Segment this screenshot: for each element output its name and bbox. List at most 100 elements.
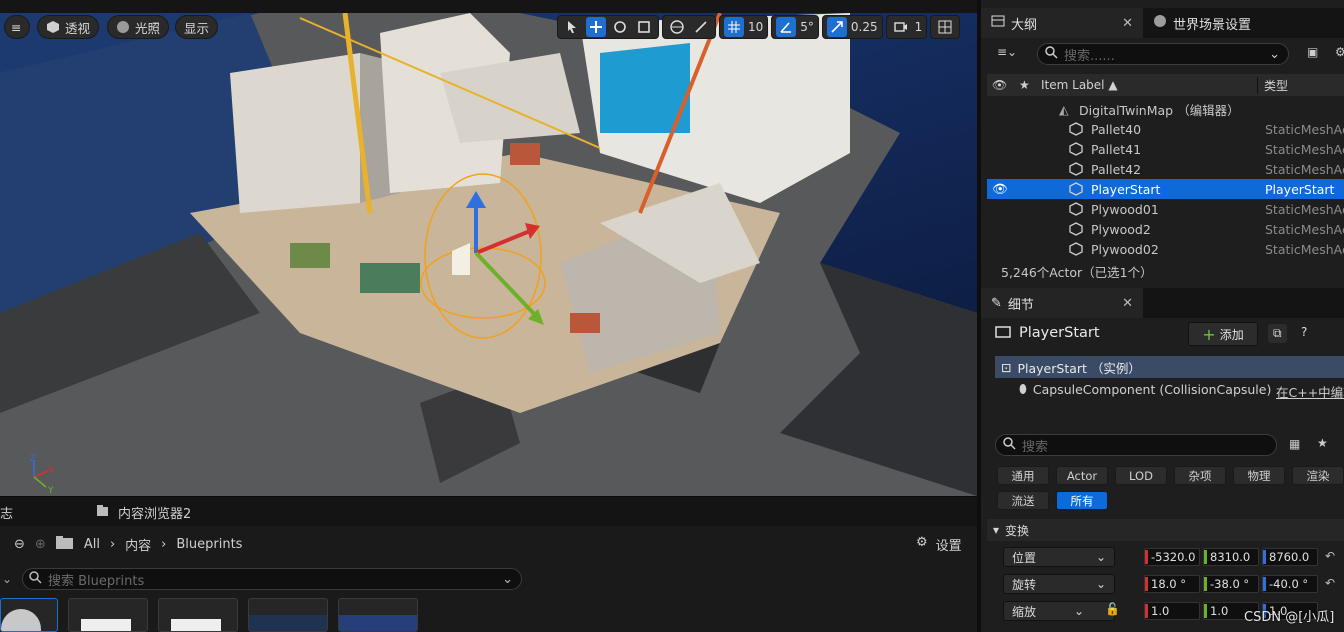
scale-dropdown[interactable]: 缩放 ⌄ bbox=[1003, 601, 1115, 621]
filter-chip[interactable]: 渲染 bbox=[1292, 466, 1344, 485]
level-viewport[interactable]: ≡ 透视 光照 显示 10 5° 0.25 1 Z X Y bbox=[0, 13, 977, 496]
visibility-eye-icon[interactable]: 👁 bbox=[992, 78, 1007, 92]
rotation-snap[interactable]: 5° bbox=[771, 15, 819, 39]
asset-thumbnail[interactable] bbox=[0, 598, 58, 632]
player-start-icon bbox=[1069, 182, 1083, 196]
breadcrumb-content[interactable]: 内容 bbox=[125, 535, 151, 554]
asset-thumbnail[interactable] bbox=[158, 598, 238, 632]
perspective-button[interactable]: 透视 bbox=[37, 15, 100, 39]
location-z-field[interactable]: 8760.0 bbox=[1262, 548, 1318, 566]
outliner-row[interactable]: Pallet40 StaticMeshActor bbox=[987, 119, 1344, 139]
filter-chip[interactable]: 通用 bbox=[997, 466, 1049, 485]
visibility-eye-icon[interactable]: 👁 bbox=[992, 181, 1008, 197]
location-y-field[interactable]: 8310.0 bbox=[1203, 548, 1259, 566]
scale-x-field[interactable]: 1.0 bbox=[1144, 602, 1200, 620]
add-folder-icon[interactable]: ▣ bbox=[1307, 45, 1318, 59]
back-icon[interactable]: ⊖ bbox=[14, 537, 25, 552]
outliner-row[interactable]: 👁 PlayerStart PlayerStart bbox=[987, 179, 1344, 199]
chevron-down-icon[interactable]: ⌄ bbox=[1269, 47, 1280, 62]
tab-output-log[interactable]: 志 bbox=[0, 497, 13, 527]
row-type: StaticMeshActor bbox=[1265, 121, 1344, 137]
breadcrumb-blueprints[interactable]: Blueprints bbox=[176, 537, 242, 552]
close-icon[interactable]: ✕ bbox=[1122, 16, 1133, 31]
location-x-field[interactable]: -5320.0 bbox=[1144, 548, 1200, 566]
details-search-input[interactable]: 搜索 bbox=[995, 434, 1277, 456]
row-type: StaticMeshActor bbox=[1265, 201, 1344, 217]
filter-chip[interactable]: Actor bbox=[1056, 466, 1108, 485]
outliner-search-input[interactable]: 搜索...... ⌄ bbox=[1037, 43, 1289, 65]
search-icon bbox=[1003, 436, 1016, 454]
row-type: StaticMeshActor bbox=[1265, 221, 1344, 237]
star-icon[interactable]: ★ bbox=[1019, 78, 1030, 92]
filter-chip[interactable]: 杂项 bbox=[1174, 466, 1226, 485]
static-mesh-icon bbox=[1069, 202, 1083, 216]
angle-icon bbox=[776, 17, 797, 37]
viewport-layout-button[interactable] bbox=[930, 15, 961, 39]
lock-icon[interactable]: 🔓 bbox=[1105, 602, 1120, 616]
camera-speed[interactable]: 1 bbox=[885, 15, 928, 39]
coordinate-space[interactable] bbox=[662, 15, 716, 39]
reset-icon[interactable]: ↶ bbox=[1325, 549, 1335, 563]
outliner-row[interactable]: Pallet42 StaticMeshActor bbox=[987, 159, 1344, 179]
show-button[interactable]: 显示 bbox=[175, 15, 219, 39]
help-icon[interactable]: ? bbox=[1301, 325, 1307, 339]
breadcrumb-all[interactable]: All bbox=[84, 537, 100, 552]
tab-outliner[interactable]: 大纲 ✕ bbox=[981, 8, 1143, 38]
transform-section-header[interactable]: ▾ 变换 bbox=[987, 519, 1344, 541]
rotate-tool-icon[interactable] bbox=[610, 17, 630, 37]
blueprint-icon[interactable]: ⧉ bbox=[1268, 324, 1287, 343]
search-blueprints-input[interactable]: 搜索 Blueprints ⌄ bbox=[22, 568, 522, 590]
star-icon[interactable]: ★ bbox=[1317, 436, 1328, 450]
rotation-x-field[interactable]: 18.0 ° bbox=[1144, 575, 1200, 593]
scale-tool-icon[interactable] bbox=[634, 17, 654, 37]
tab-world-settings[interactable]: 世界场景设置 bbox=[1143, 8, 1261, 38]
component-row[interactable]: ⬮ CapsuleComponent (CollisionCapsule) bbox=[1019, 381, 1271, 397]
table-view-icon[interactable]: ▦ bbox=[1289, 437, 1300, 451]
asset-thumbnail[interactable] bbox=[248, 598, 328, 632]
asset-thumbnail[interactable] bbox=[68, 598, 148, 632]
chevron-right-icon: › bbox=[109, 536, 116, 552]
viewport-menu-button[interactable]: ≡ bbox=[4, 15, 30, 39]
component-instance-row[interactable]: ⊡ PlayerStart （实例） bbox=[995, 356, 1344, 378]
static-mesh-icon bbox=[1069, 242, 1083, 256]
close-icon[interactable]: ✕ bbox=[1122, 296, 1133, 311]
edit-in-cpp-link[interactable]: 在C++中编辑 bbox=[1276, 382, 1344, 401]
filter-chip[interactable]: 所有 bbox=[1056, 491, 1108, 510]
rotation-y-field[interactable]: -38.0 ° bbox=[1203, 575, 1259, 593]
forward-icon[interactable]: ⊕ bbox=[35, 537, 46, 552]
filter-chip[interactable]: 物理 bbox=[1233, 466, 1285, 485]
settings-button[interactable]: ⚙ 设置 bbox=[916, 535, 962, 554]
reset-icon[interactable]: ↶ bbox=[1325, 576, 1335, 590]
search-icon bbox=[29, 570, 42, 588]
outliner-map-row[interactable]: ◭ DigitalTwinMap （编辑器） bbox=[987, 99, 1344, 119]
gear-icon[interactable]: ⚙ bbox=[1335, 45, 1344, 59]
chevron-down-icon: ⌄ bbox=[1095, 550, 1106, 564]
column-item-label[interactable]: Item Label ▲ bbox=[1041, 78, 1118, 92]
outliner-row[interactable]: Plywood2 StaticMeshActor bbox=[987, 219, 1344, 239]
chevron-down-icon[interactable]: ⌄ bbox=[2, 572, 12, 586]
filter-chip[interactable]: LOD bbox=[1115, 466, 1167, 485]
outliner-row[interactable]: Pallet41 StaticMeshActor bbox=[987, 139, 1344, 159]
location-dropdown[interactable]: 位置 ⌄ bbox=[1003, 547, 1115, 567]
select-tool-icon[interactable] bbox=[562, 17, 582, 37]
grid-snap[interactable]: 10 bbox=[719, 15, 769, 39]
scale-snap[interactable]: 0.25 bbox=[821, 15, 883, 39]
asset-thumbnail[interactable] bbox=[338, 598, 418, 632]
filter-chip[interactable]: 流送 bbox=[997, 491, 1049, 510]
move-tool-icon[interactable] bbox=[586, 17, 606, 37]
column-type[interactable]: 类型 bbox=[1257, 76, 1288, 94]
bottom-tab-bar: 志 内容浏览器2 bbox=[0, 496, 977, 526]
capsule-icon: ⬮ bbox=[1019, 381, 1027, 396]
filter-icon[interactable]: ≡⌄ bbox=[997, 45, 1017, 59]
row-type: StaticMeshActor bbox=[1265, 161, 1344, 177]
rotation-z-field[interactable]: -40.0 ° bbox=[1262, 575, 1318, 593]
surface-snap-icon[interactable] bbox=[691, 17, 711, 37]
tab-content-browser[interactable]: 内容浏览器2 bbox=[96, 497, 191, 527]
tab-details[interactable]: ✎ 细节 ✕ bbox=[981, 288, 1143, 318]
add-component-button[interactable]: + 添加 bbox=[1188, 322, 1258, 346]
rotation-dropdown[interactable]: 旋转 ⌄ bbox=[1003, 574, 1115, 594]
outliner-row[interactable]: Plywood02 StaticMeshActor bbox=[987, 239, 1344, 259]
chevron-down-icon[interactable]: ⌄ bbox=[502, 572, 513, 587]
lit-button[interactable]: 光照 bbox=[107, 15, 170, 39]
outliner-row[interactable]: Plywood01 StaticMeshActor bbox=[987, 199, 1344, 219]
